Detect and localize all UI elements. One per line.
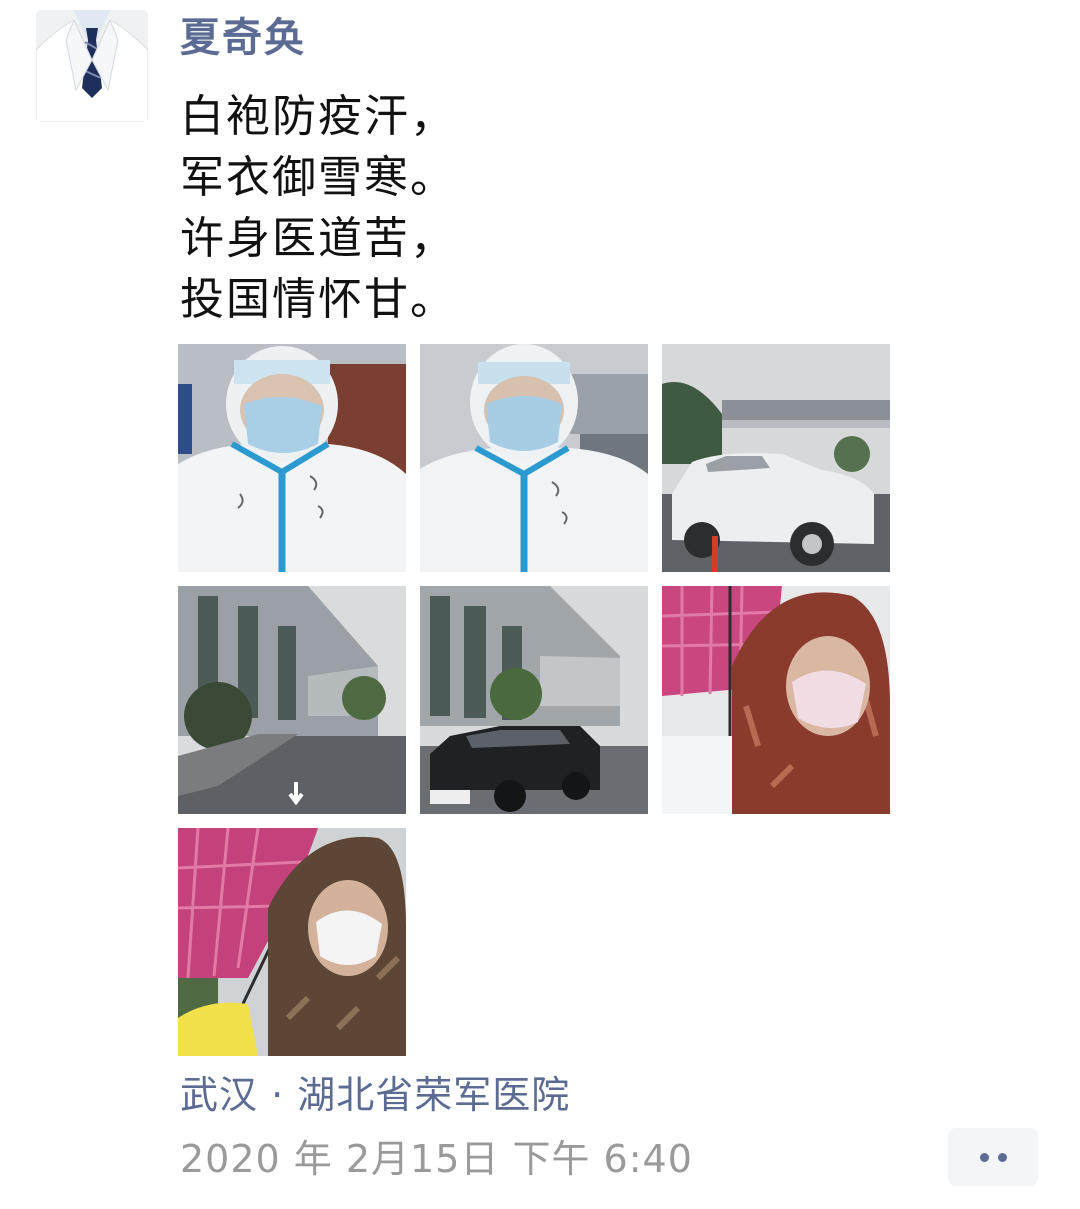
poem-line: 许身医道苦， — [180, 213, 456, 264]
photo-selfie-pink-umbrella[interactable] — [662, 586, 890, 814]
more-actions-button[interactable] — [948, 1128, 1038, 1186]
photo-selfie-protective-suit-1[interactable] — [178, 344, 406, 572]
avatar[interactable] — [36, 10, 148, 122]
photo-selfie-umbrella-white-mask[interactable] — [178, 828, 406, 1056]
photo-selfie-protective-suit-2[interactable] — [420, 344, 648, 572]
photo-hospital-building[interactable] — [178, 586, 406, 814]
author-name[interactable]: 夏奇奂 — [180, 12, 306, 64]
location-link[interactable]: 武汉 · 湖北省荣军医院 — [180, 1070, 570, 1120]
photo-snow-covered-suv[interactable] — [662, 344, 890, 572]
photo-black-suv-hospital[interactable] — [420, 586, 648, 814]
doctor-avatar-icon — [36, 10, 148, 122]
poem-line: 军衣御雪寒。 — [180, 152, 456, 203]
more-dots-icon — [979, 1152, 989, 1162]
post-timestamp: 2020 年 2月15日 下午 6:40 — [180, 1137, 693, 1181]
more-dots-icon — [997, 1152, 1007, 1162]
poem-line: 投国情怀甘。 — [180, 274, 456, 325]
post-text: 白袍防疫汗， 军衣御雪寒。 许身医道苦， 投国情怀甘。 — [180, 86, 456, 330]
poem-line: 白袍防疫汗， — [180, 91, 456, 142]
